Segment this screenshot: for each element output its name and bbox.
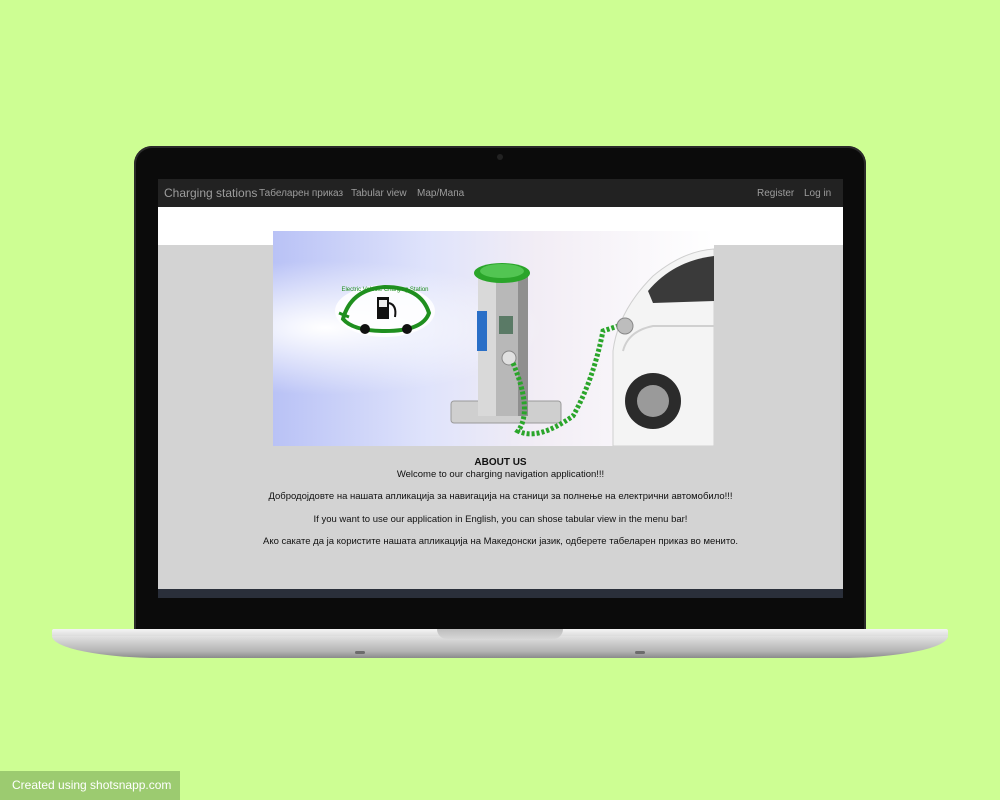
electric-car bbox=[612, 248, 714, 446]
hero-image: Electric Vehicle Charging Station bbox=[273, 231, 714, 446]
nav-link-tabular-view[interactable]: Tabular view bbox=[351, 188, 407, 199]
brand-link[interactable]: Charging stations bbox=[164, 186, 257, 200]
navbar: Charging stations Табеларен приказ Tabul… bbox=[158, 179, 843, 207]
browser-viewport: Charging stations Табеларен приказ Tabul… bbox=[158, 179, 843, 598]
about-english-hint: If you want to use our application in En… bbox=[313, 514, 688, 525]
logo-lettering: Electric Vehicle Charging Station bbox=[341, 287, 428, 293]
footer-bar bbox=[158, 589, 843, 598]
watermark-label: Created using shotsnapp.com bbox=[0, 771, 180, 800]
charging-pillar bbox=[450, 263, 562, 424]
laptop-foot-right bbox=[635, 651, 645, 654]
camera-icon bbox=[497, 154, 503, 160]
login-link[interactable]: Log in bbox=[804, 188, 831, 199]
nav-link-map[interactable]: Map/Мапа bbox=[417, 188, 464, 199]
nav-link-tabular-mk[interactable]: Табеларен приказ bbox=[259, 188, 343, 199]
about-title: ABOUT US bbox=[474, 457, 527, 468]
about-macedonian-hint: Ако сакате да ја користите нашата аплика… bbox=[262, 536, 739, 547]
register-link[interactable]: Register bbox=[757, 188, 794, 199]
about-welcome-mk: Добродојдовте на нашата апликација за на… bbox=[268, 491, 733, 502]
laptop-notch bbox=[437, 629, 563, 639]
charging-station-illustration: Electric Vehicle Charging Station bbox=[335, 248, 714, 446]
ev-charging-logo: Electric Vehicle Charging Station bbox=[335, 284, 435, 337]
about-welcome-en: Welcome to our charging navigation appli… bbox=[396, 469, 605, 480]
laptop-foot-left bbox=[355, 651, 365, 654]
laptop-base bbox=[52, 636, 948, 658]
